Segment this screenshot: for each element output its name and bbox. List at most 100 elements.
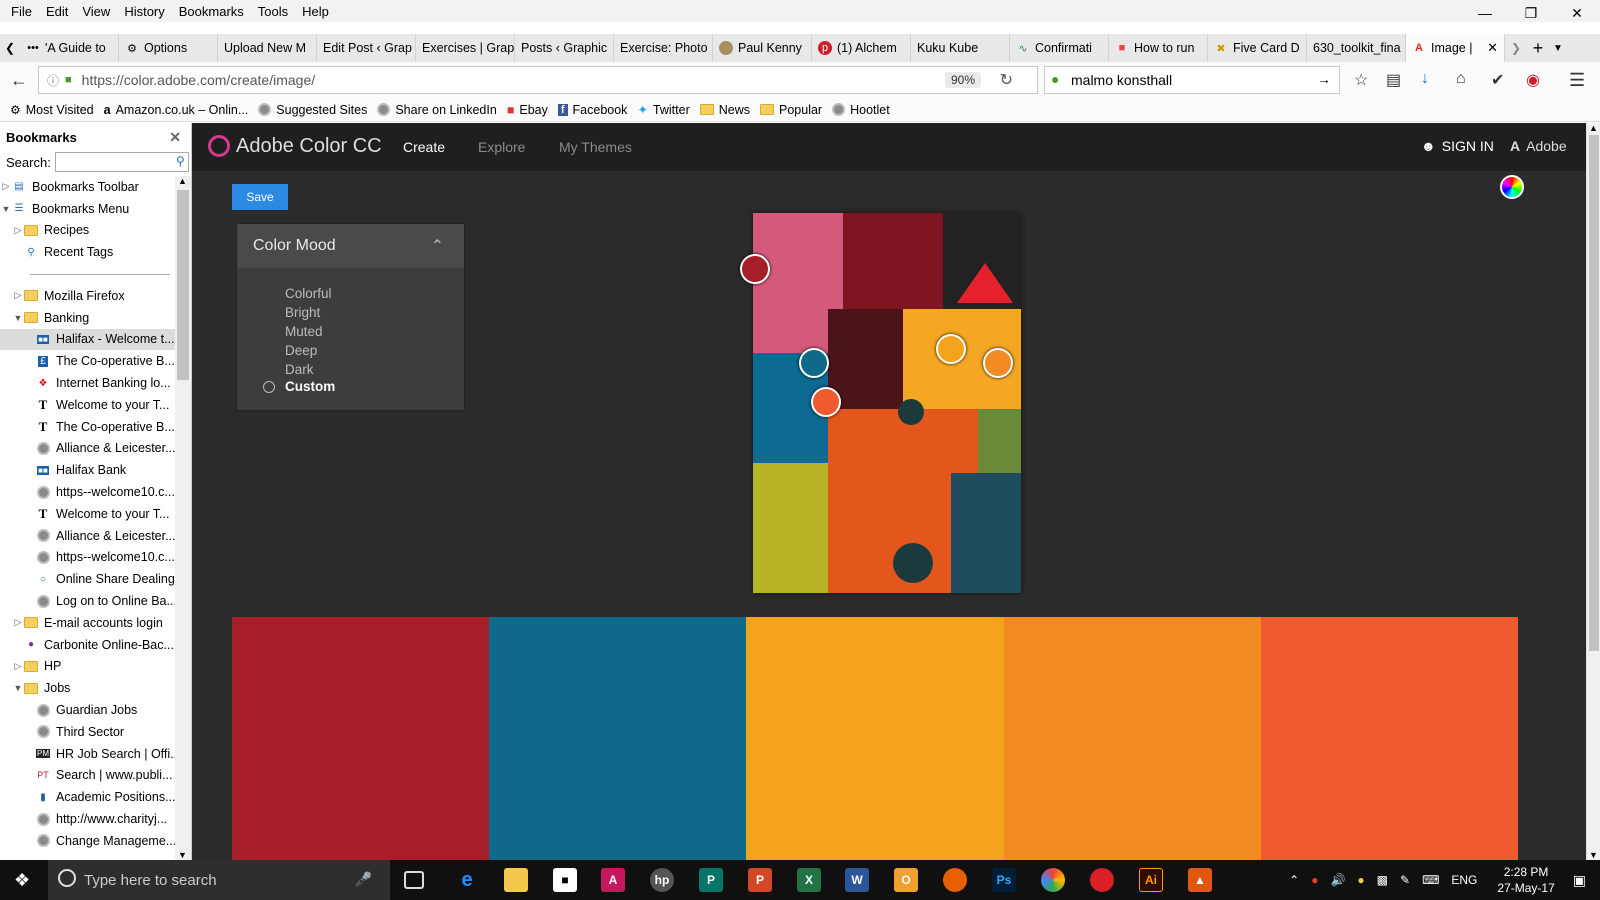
new-tab-icon[interactable]: +	[1527, 38, 1549, 59]
color-swatch[interactable]	[1260, 617, 1519, 860]
excel-icon[interactable]: X	[797, 868, 821, 892]
bookmark-item[interactable]: Change Manageme...	[0, 830, 176, 852]
zoom-level[interactable]: 90%	[944, 72, 981, 88]
sign-in-button[interactable]: ☻ SIGN IN	[1421, 138, 1494, 154]
twisty-icon[interactable]: ▷	[12, 225, 24, 236]
bookmark-item[interactable]: PT Search | www.publi...	[0, 765, 176, 787]
scroll-down-icon[interactable]: ▼	[178, 850, 187, 860]
color-wheel-icon[interactable]	[1500, 175, 1524, 199]
tab[interactable]: ✖ Five Card D	[1208, 34, 1307, 62]
menu-bookmarks[interactable]: Bookmarks	[172, 4, 251, 19]
nav-create[interactable]: Create	[403, 139, 445, 155]
bookmark-folder[interactable]: ▷ Mozilla Firefox	[0, 285, 176, 307]
file-explorer-icon[interactable]	[504, 868, 528, 892]
bookmark-most-visited[interactable]: ⚙ Most Visited	[8, 103, 102, 117]
reading-list-icon[interactable]: ▤	[1386, 70, 1401, 90]
bookmark-item[interactable]: ■■ Halifax Bank	[0, 459, 176, 481]
twisty-icon[interactable]: ▼	[12, 313, 24, 323]
page-scrollbar[interactable]: ▲ ▼	[1586, 123, 1600, 860]
bookmark-item[interactable]: ○ Online Share Dealing	[0, 568, 176, 590]
bookmark-amazon[interactable]: a Amazon.co.uk – Onlin...	[102, 103, 257, 117]
color-swatch[interactable]	[1003, 617, 1261, 860]
menu-tools[interactable]: Tools	[251, 4, 295, 19]
twisty-icon[interactable]: ▼	[0, 204, 12, 214]
close-icon[interactable]: ✕	[1554, 0, 1600, 26]
menu-history[interactable]: History	[117, 4, 171, 19]
tab[interactable]: ■ How to run	[1109, 34, 1208, 62]
twisty-icon[interactable]: ▷	[0, 181, 12, 192]
twisty-icon[interactable]: ▷	[12, 661, 24, 672]
star-icon[interactable]: ☆	[1354, 70, 1368, 90]
sidebar-scrollbar[interactable]: ▲ ▼	[175, 176, 191, 860]
creative-cloud-icon[interactable]	[1090, 868, 1114, 892]
mood-dark[interactable]: Dark	[285, 362, 314, 377]
menu-file[interactable]: File	[4, 4, 39, 19]
scroll-down-icon[interactable]: ▼	[1589, 850, 1598, 860]
edge-icon[interactable]: e	[455, 868, 479, 892]
tab[interactable]: ∿ Confirmati	[1010, 34, 1109, 62]
bookmark-item[interactable]: T The Co-operative B...	[0, 416, 176, 438]
bookmark-folder[interactable]: ▷ HP	[0, 656, 176, 678]
radio-icon[interactable]	[263, 381, 275, 393]
pinterest-icon[interactable]: ◉	[1526, 70, 1540, 90]
illustrator-icon[interactable]: Ai	[1139, 868, 1163, 892]
bookmark-ebay[interactable]: ■ Ebay	[505, 103, 556, 117]
color-picker-marker[interactable]	[983, 348, 1013, 378]
bookmark-hootlet[interactable]: Hootlet	[830, 103, 898, 117]
bookmark-folder[interactable]: ▷ Recipes	[0, 220, 176, 242]
color-picker-marker-active[interactable]	[799, 348, 829, 378]
search-input[interactable]: ● malmo konsthall →	[1044, 66, 1340, 94]
tab[interactable]: Posts ‹ Graphic	[515, 34, 614, 62]
windows-start-icon[interactable]: ❖	[14, 870, 30, 891]
scroll-up-icon[interactable]: ▲	[178, 176, 187, 186]
bookmark-item[interactable]: ● Carbonite Online-Bac...	[0, 634, 176, 656]
tab[interactable]: Exercise: Photo	[614, 34, 713, 62]
info-icon[interactable]: ⓘ	[47, 72, 59, 89]
bookmark-item[interactable]: T Welcome to your T...	[0, 503, 176, 525]
tab[interactable]: Paul Kenny	[713, 34, 812, 62]
sidebar-search-input[interactable]: ⚲	[54, 152, 189, 172]
bookmark-item[interactable]: T Welcome to your T...	[0, 394, 176, 416]
tab-active[interactable]: A Image | ✕	[1406, 34, 1505, 62]
color-picker-marker[interactable]	[936, 334, 966, 364]
powerpoint-icon[interactable]: P	[748, 868, 772, 892]
twisty-icon[interactable]: ▼	[12, 683, 24, 693]
twisty-icon[interactable]: ▷	[12, 290, 24, 301]
adobe-link[interactable]: A Adobe	[1510, 138, 1567, 154]
back-icon[interactable]: ←	[10, 70, 28, 91]
menu-view[interactable]: View	[75, 4, 117, 19]
color-swatch[interactable]	[489, 617, 747, 860]
reload-icon[interactable]: ↻	[1000, 70, 1013, 90]
bookmark-item[interactable]: PM HR Job Search | Offi...	[0, 743, 176, 765]
scrollbar-thumb[interactable]	[177, 190, 189, 380]
search-go-icon[interactable]: →	[1317, 71, 1331, 87]
notifications-icon[interactable]: ▣	[1573, 872, 1586, 889]
menu-edit[interactable]: Edit	[39, 4, 75, 19]
bookmark-folder[interactable]: ▼ Banking	[0, 307, 176, 329]
antivirus-icon[interactable]: ●	[1311, 873, 1318, 887]
scroll-up-icon[interactable]: ▲	[1589, 123, 1598, 133]
scrollbar-thumb[interactable]	[1589, 135, 1599, 651]
word-icon[interactable]: W	[845, 868, 869, 892]
hamburger-menu-icon[interactable]: ☰	[1569, 70, 1585, 91]
clock[interactable]: 2:28 PM 27-May-17	[1497, 864, 1554, 896]
access-icon[interactable]: A	[601, 868, 625, 892]
store-icon[interactable]: ■	[553, 868, 577, 892]
task-view-icon[interactable]	[404, 871, 424, 889]
close-tab-icon[interactable]: ✕	[1487, 40, 1498, 56]
app-name[interactable]: Adobe Color CC	[236, 135, 382, 158]
tabs-scroll-right-icon[interactable]: ❯	[1505, 41, 1527, 55]
firefox-icon[interactable]	[943, 868, 967, 892]
home-icon[interactable]: ⌂	[1456, 70, 1466, 88]
nav-explore[interactable]: Explore	[478, 139, 525, 155]
minimize-icon[interactable]: —	[1462, 0, 1508, 26]
nav-my-themes[interactable]: My Themes	[559, 139, 632, 155]
taskbar-search[interactable]: Type here to search 🎤	[48, 860, 390, 900]
pocket-icon[interactable]: ✔	[1491, 70, 1504, 90]
photoshop-icon[interactable]: Ps	[992, 868, 1016, 892]
tab[interactable]: p (1) Alchem	[812, 34, 911, 62]
sync-icon[interactable]: ●	[1357, 873, 1364, 887]
bookmark-item[interactable]: Guardian Jobs	[0, 699, 176, 721]
volume-icon[interactable]: 🔊	[1330, 873, 1345, 887]
bookmark-item[interactable]: ⚲ Recent Tags	[0, 241, 176, 263]
